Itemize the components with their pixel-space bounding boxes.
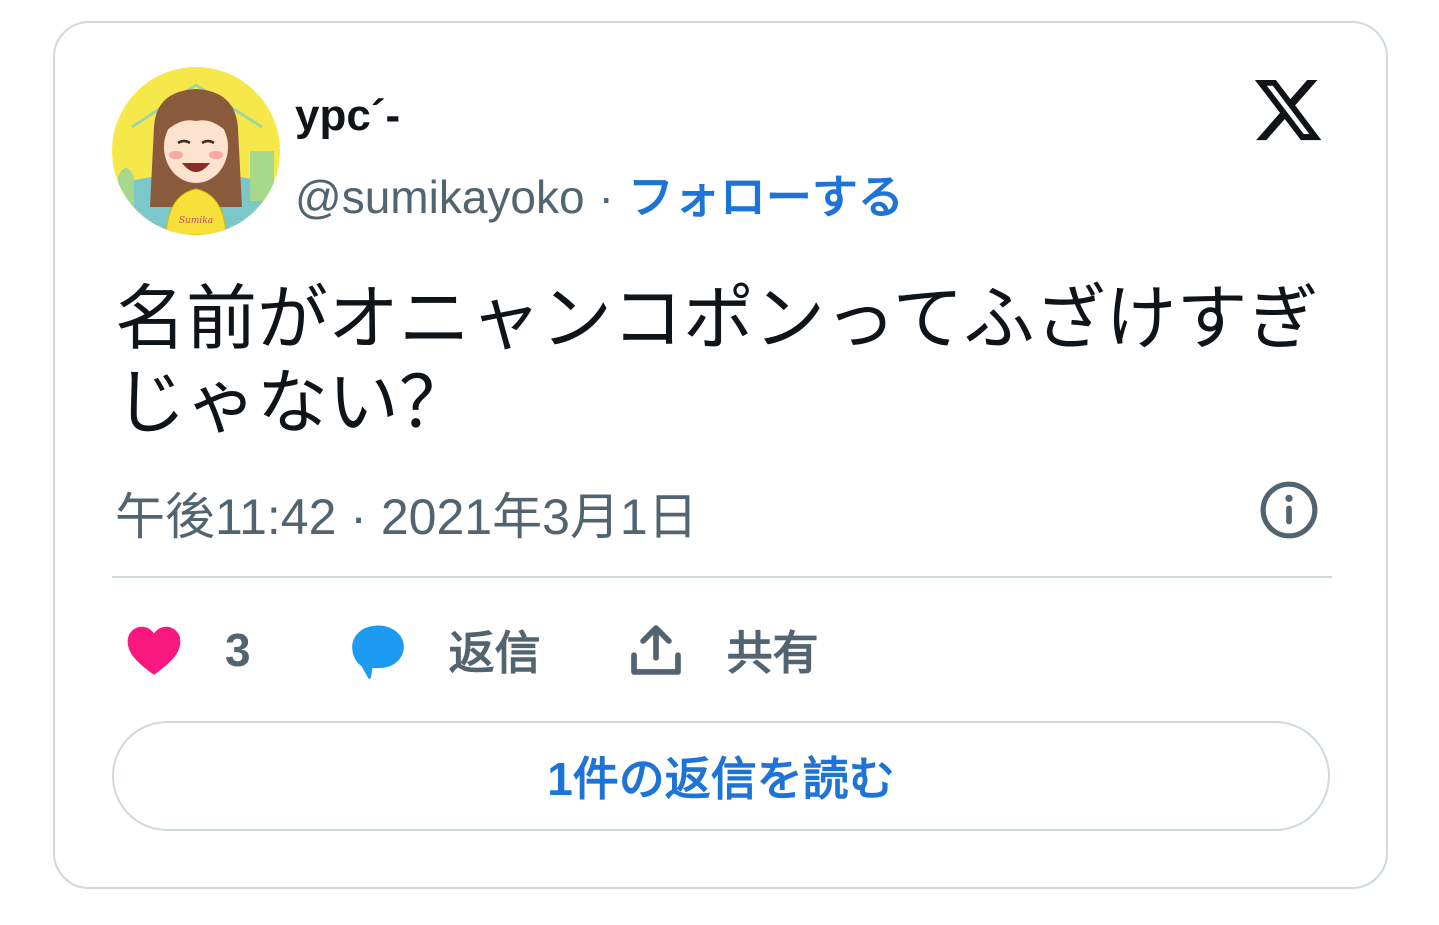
- heart-icon: [123, 619, 185, 681]
- share-label: 共有: [726, 627, 819, 679]
- author-handle-row: @sumikayoko · フォローする: [295, 161, 904, 227]
- follow-button[interactable]: フォローする: [628, 161, 904, 227]
- share-button[interactable]: 共有: [625, 617, 819, 683]
- avatar[interactable]: Sumika: [112, 67, 280, 235]
- avatar-signature-text: Sumika: [179, 216, 213, 226]
- read-replies-button[interactable]: 1件の返信を読む: [112, 721, 1330, 831]
- author-handle[interactable]: @sumikayoko: [295, 170, 585, 224]
- avatar-illustration: Sumika: [112, 67, 280, 235]
- reply-label: 返信: [448, 627, 541, 679]
- like-button[interactable]: 3: [123, 619, 251, 681]
- speech-bubble-icon: [347, 619, 409, 681]
- action-bar: 3 返信 共有: [123, 613, 819, 687]
- like-count: 3: [225, 624, 251, 676]
- tweet-text: 名前がオニャンコポンってふざけすぎじゃない？: [115, 277, 1319, 444]
- author-display-name[interactable]: ypc´-: [295, 91, 400, 141]
- divider: [112, 576, 1332, 578]
- tweet-card: Sumika ypc´- @sumikayoko · フォローする 名前がオニャ…: [53, 21, 1388, 889]
- handle-separator: ·: [598, 171, 614, 223]
- info-icon[interactable]: [1258, 479, 1320, 541]
- reply-button[interactable]: 返信: [347, 617, 541, 683]
- tweet-timestamp[interactable]: 午後11:42 · 2021年3月1日: [115, 477, 698, 549]
- share-upload-icon: [625, 619, 687, 681]
- x-logo-icon[interactable]: [1249, 73, 1327, 147]
